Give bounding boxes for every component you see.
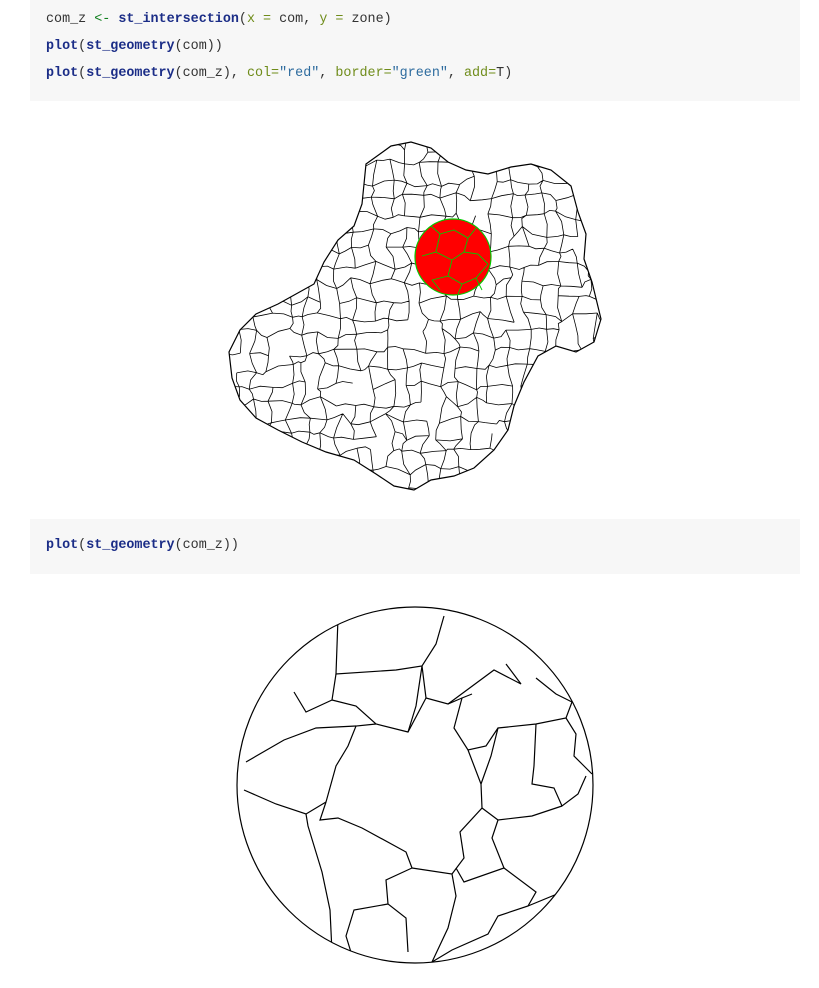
plot-intersection: [236, 606, 594, 964]
code-token-arg-col: col=: [246, 66, 280, 81]
code-token-plot: plot: [46, 39, 79, 54]
code-token-paren: (: [78, 538, 87, 553]
code-token-paren: (: [78, 39, 87, 54]
plot-commune-map: [226, 134, 604, 494]
code-token-arg-x: x =: [246, 12, 272, 27]
code-token-sep: ,: [303, 12, 312, 27]
code-token-st-geometry: st_geometry: [86, 39, 175, 54]
intersection-overlay: [415, 219, 491, 295]
code-token-assign: <-: [94, 12, 111, 27]
code-line-plot-com-z: plot(st_geometry(com_z)): [46, 533, 784, 560]
code-token-mid: (com_z),: [174, 66, 239, 81]
code-line-plot-com: plot(st_geometry(com)): [46, 34, 784, 61]
code-token-plot: plot: [46, 66, 79, 81]
code-line-intersection: com_z <- st_intersection(x = com, y = zo…: [46, 7, 784, 34]
code-token-arg-add: add=: [463, 66, 497, 81]
code-token-rest: (com)): [174, 39, 223, 54]
code-token-sep: ,: [447, 66, 456, 81]
code-token-paren: ): [383, 12, 392, 27]
code-line-plot-overlay: plot(st_geometry(com_z), col="red", bord…: [46, 61, 784, 88]
commune-map-svg: [226, 134, 604, 494]
code-token-value-y: zone: [351, 12, 384, 27]
code-token-sep: ,: [319, 66, 328, 81]
code-token-value-border: "green": [391, 66, 448, 81]
code-token-plot: plot: [46, 538, 79, 553]
code-token-function: st_intersection: [118, 12, 239, 27]
code-block-plot-intersection: plot(st_geometry(com_z)): [30, 519, 800, 574]
code-token-rest: (com_z)): [174, 538, 239, 553]
code-token-st-geometry: st_geometry: [86, 66, 175, 81]
code-token-value-x: com: [279, 12, 304, 27]
intersection-svg: [236, 606, 594, 964]
code-token-arg-y: y =: [319, 12, 344, 27]
code-token-arg-border: border=: [335, 66, 392, 81]
code-token-paren: ): [504, 66, 513, 81]
code-token-target: com_z: [46, 12, 87, 27]
code-token-value-add: T: [496, 66, 505, 81]
code-token-value-col: "red": [279, 66, 320, 81]
code-token-paren: (: [238, 12, 247, 27]
code-token-st-geometry: st_geometry: [86, 538, 175, 553]
code-token-paren: (: [78, 66, 87, 81]
code-block-intersection: com_z <- st_intersection(x = com, y = zo…: [30, 0, 800, 101]
